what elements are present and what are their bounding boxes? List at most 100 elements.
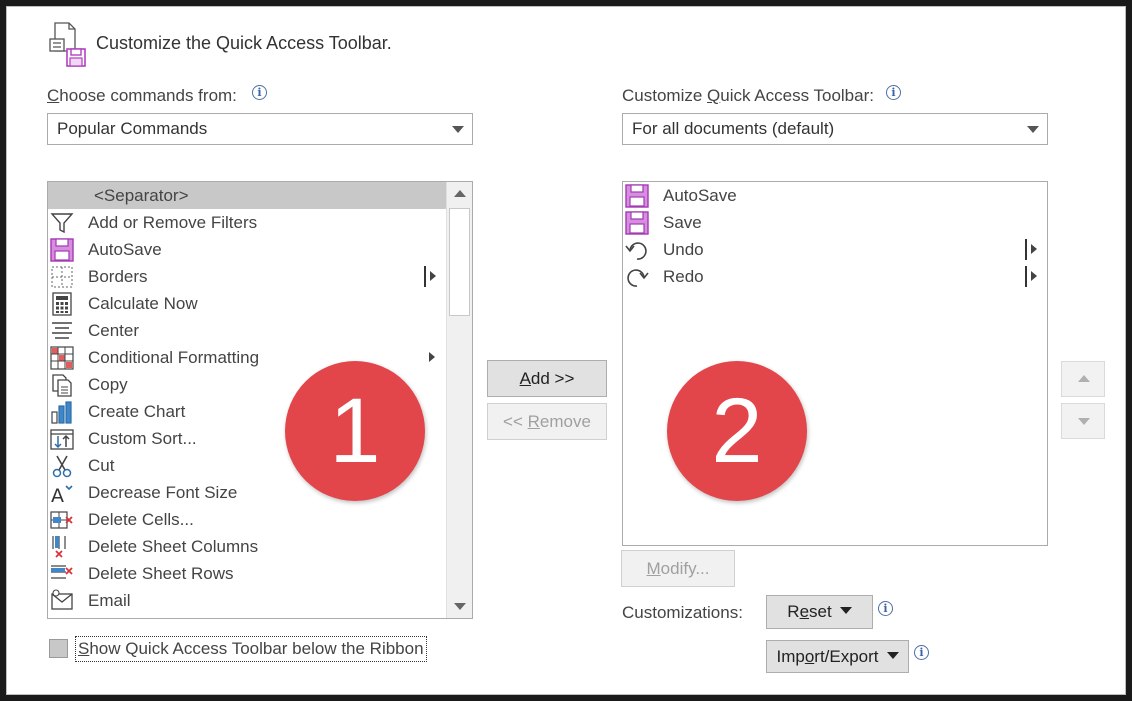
show-below-text: how Quick Access Toolbar below the Ribbo… [89, 639, 424, 658]
toolbar-command-item-label: AutoSave [663, 186, 737, 205]
customize-qat-dropdown[interactable]: For all documents (default) [622, 113, 1048, 145]
chevron-down-icon [839, 607, 852, 615]
choose-label-accesskey: C [47, 86, 60, 105]
customize-label-post: uick Access Toolbar: [720, 86, 874, 105]
borders-icon [50, 265, 74, 289]
info-icon[interactable]: i [914, 645, 929, 660]
submenu-arrow-icon [430, 271, 436, 281]
submenu-separator [424, 266, 426, 287]
conditional-formatting-icon [50, 346, 74, 370]
quick-access-toolbar-icon [49, 22, 86, 67]
choose-commands-dropdown[interactable]: Popular Commands [47, 113, 473, 145]
scroll-up-button[interactable] [447, 182, 472, 206]
add-button[interactable]: Add >> [487, 360, 607, 397]
command-item-label: Cut [88, 456, 115, 475]
move-down-button[interactable] [1061, 403, 1105, 439]
customize-qat-label: Customize Quick Access Toolbar: [622, 86, 874, 106]
redo-icon [625, 265, 649, 289]
choose-commands-value: Popular Commands [57, 119, 208, 138]
scissors-icon [50, 454, 74, 478]
calculator-icon [50, 292, 74, 316]
toolbar-command-item-label: Save [663, 213, 702, 232]
dialog-title: Customize the Quick Access Toolbar. [96, 33, 392, 53]
svg-text:A: A [51, 485, 64, 505]
command-item[interactable]: Delete Sheet Columns [48, 533, 446, 560]
command-item-label: AutoSave [88, 240, 162, 259]
show-below-accesskey: S [78, 639, 90, 658]
remove-button[interactable]: << Remove [487, 403, 607, 440]
chevron-down-icon [452, 126, 464, 133]
commands-scrollbar[interactable] [446, 182, 472, 618]
scroll-thumb[interactable] [449, 208, 470, 316]
chart-icon [50, 400, 74, 424]
undo-icon [625, 238, 649, 262]
command-item-label: Custom Sort... [88, 429, 197, 448]
dialog-panel: Customize the Quick Access Toolbar. Choo… [6, 6, 1126, 695]
submenu-arrow-icon [1031, 244, 1037, 254]
filter-icon [50, 211, 74, 235]
command-item[interactable]: Borders [48, 263, 446, 290]
choose-commands-label: Choose commands from: [47, 86, 237, 106]
toolbar-command-item[interactable]: Undo [623, 236, 1047, 263]
reset-prefix: R [787, 602, 800, 621]
command-item[interactable]: <Separator> [48, 182, 446, 209]
chevron-down-icon [886, 652, 899, 660]
customize-qat-value: For all documents (default) [632, 119, 835, 138]
sort-icon [50, 427, 74, 451]
command-item[interactable]: Add or Remove Filters [48, 209, 446, 236]
info-icon[interactable]: i [878, 601, 893, 616]
arrow-down-icon [454, 603, 466, 610]
toolbar-command-item[interactable]: AutoSave [623, 182, 1047, 209]
command-item-label: Add or Remove Filters [88, 213, 258, 232]
info-icon[interactable]: i [886, 85, 901, 100]
submenu-separator [1025, 239, 1027, 260]
import-export-button[interactable]: Import/Export [766, 640, 909, 673]
command-item[interactable]: Calculate Now [48, 290, 446, 317]
toolbar-command-item-label: Redo [663, 267, 704, 286]
show-below-ribbon-label[interactable]: Show Quick Access Toolbar below the Ribb… [75, 636, 427, 662]
customizations-label: Customizations: [622, 603, 743, 622]
remove-prefix: << [503, 412, 528, 431]
autosave-icon [625, 184, 649, 208]
import-text: rt/Export [814, 647, 879, 666]
arrow-up-icon [454, 190, 466, 197]
reset-text: set [809, 602, 832, 621]
add-accesskey: A [519, 369, 531, 388]
command-item[interactable]: Delete Cells... [48, 506, 446, 533]
toolbar-commands-list[interactable]: AutoSave Save Undo Redo [622, 181, 1048, 546]
toolbar-command-item[interactable]: Redo [623, 263, 1047, 290]
command-item[interactable]: Conditional Formatting [48, 344, 446, 371]
submenu-arrow-icon [429, 352, 435, 362]
autosave-icon [50, 238, 74, 262]
callout-badge-2: 2 [667, 361, 807, 501]
delete-rows-icon [50, 562, 74, 586]
toolbar-command-item[interactable]: Save [623, 209, 1047, 236]
scroll-down-button[interactable] [447, 594, 472, 618]
command-item-label: Delete Sheet Rows [88, 564, 234, 583]
chevron-down-icon [1027, 126, 1039, 133]
decrease-font-icon: A [50, 481, 74, 507]
choose-label-text: hoose commands from: [59, 86, 237, 105]
command-item[interactable]: Delete Sheet Rows [48, 560, 446, 587]
info-icon[interactable]: i [252, 85, 267, 100]
align-center-icon [50, 319, 74, 343]
delete-columns-icon [50, 535, 74, 559]
save-icon [625, 211, 649, 235]
command-item[interactable]: AutoSave [48, 236, 446, 263]
modify-button[interactable]: Modify... [621, 550, 735, 587]
modify-text: odify... [660, 559, 710, 578]
callout-badge-1: 1 [285, 361, 425, 501]
reset-button[interactable]: Reset [766, 595, 873, 629]
move-up-button[interactable] [1061, 361, 1105, 397]
command-item[interactable]: Center [48, 317, 446, 344]
command-item-label: Create Chart [88, 402, 186, 421]
command-item-label: Email [88, 591, 131, 610]
command-item[interactable]: Email [48, 587, 446, 614]
import-accesskey: o [804, 647, 815, 666]
toolbar-command-item-label: Undo [663, 240, 704, 259]
modify-accesskey: M [646, 559, 661, 578]
show-below-ribbon-checkbox[interactable] [49, 639, 68, 658]
customize-label-accesskey: Q [707, 86, 721, 105]
remove-text: emove [539, 412, 591, 431]
reset-accesskey: e [799, 602, 810, 621]
